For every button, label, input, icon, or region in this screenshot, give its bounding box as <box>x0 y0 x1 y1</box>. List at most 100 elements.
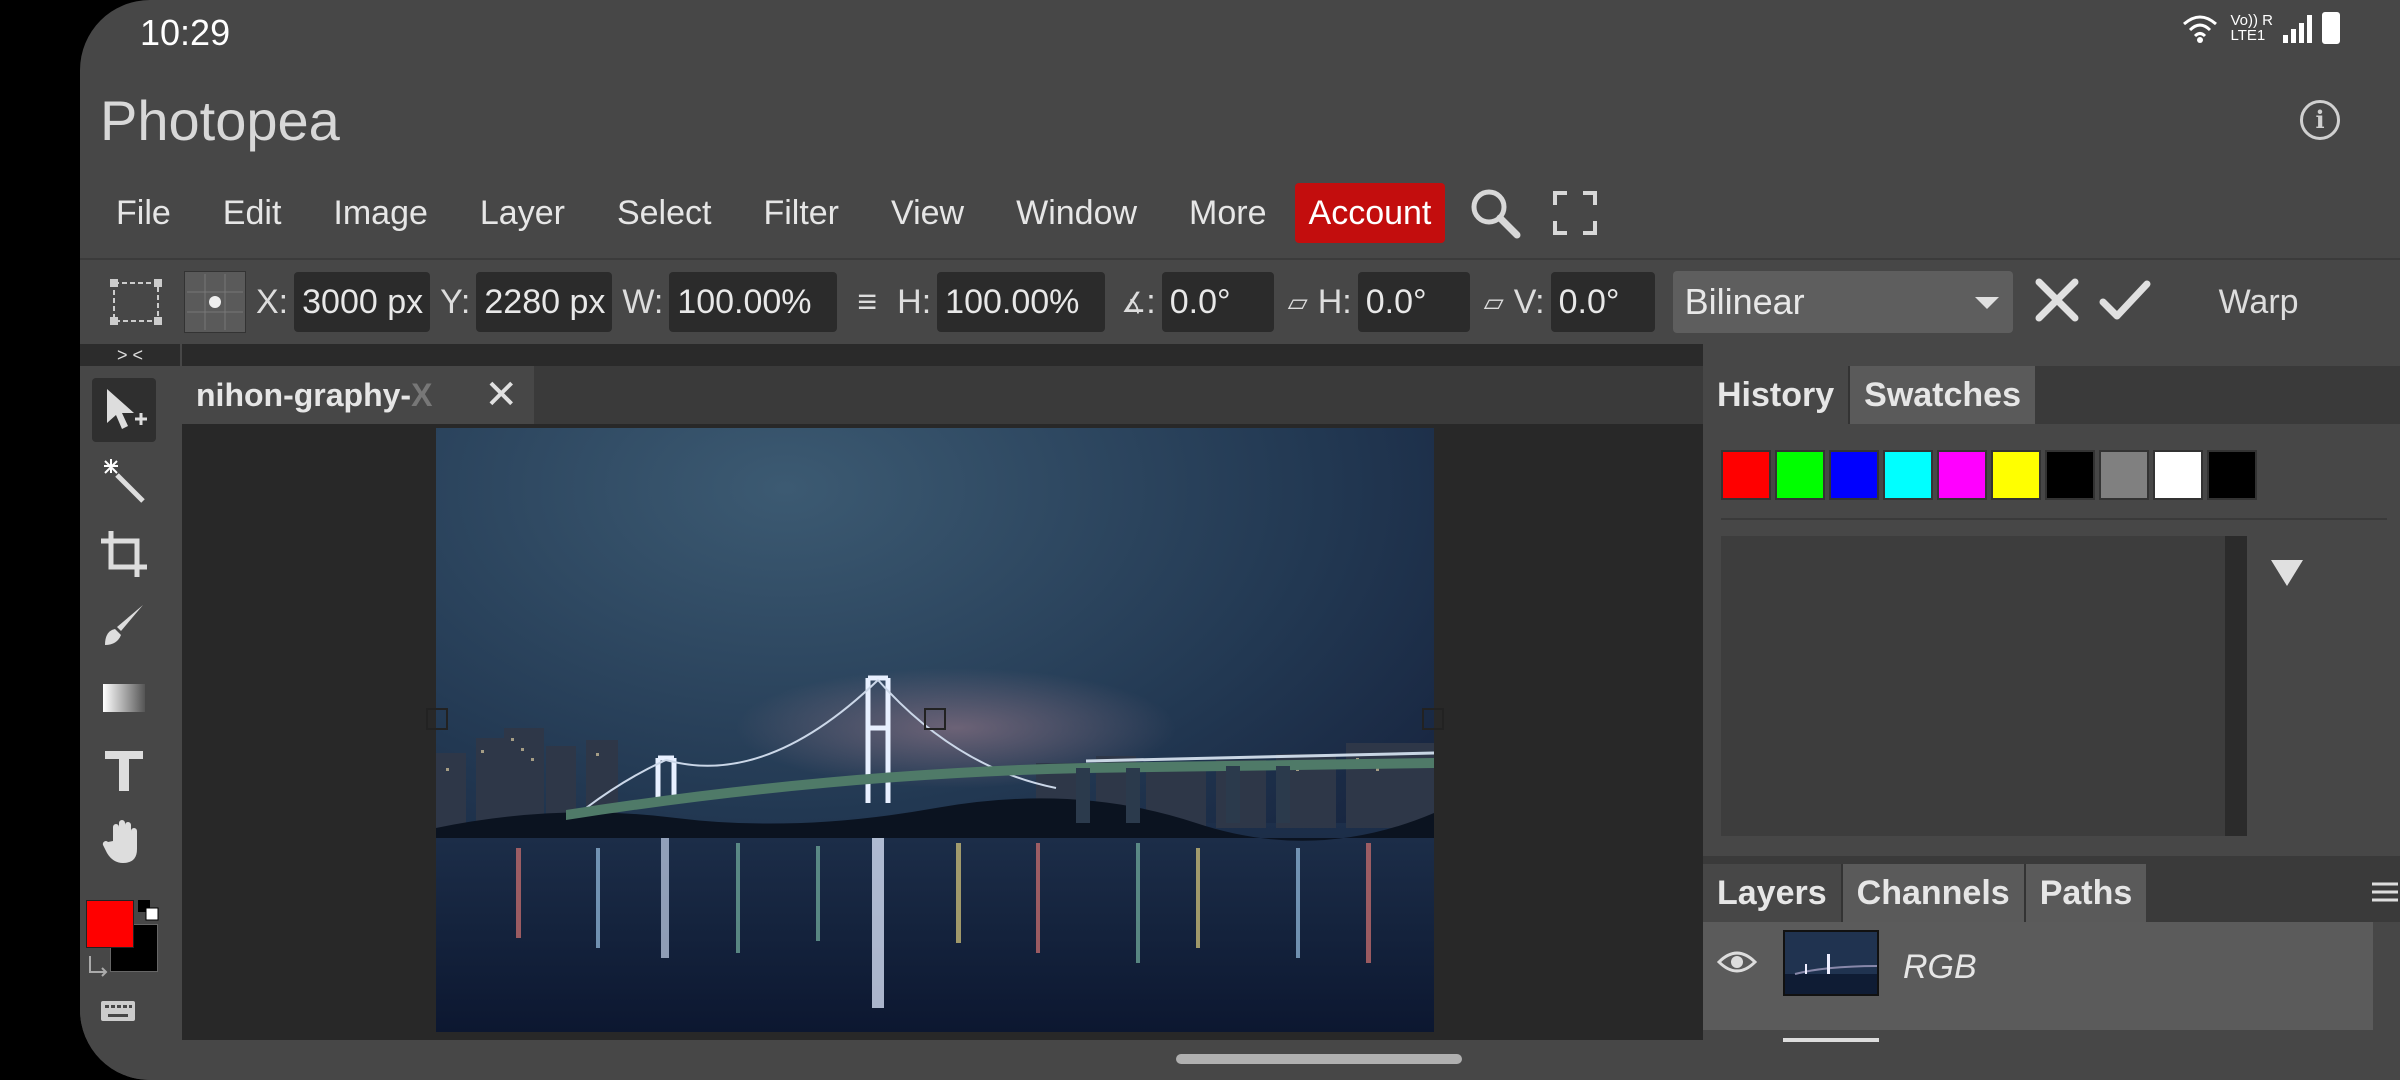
channel-thumbnail <box>1783 930 1879 996</box>
history-swatches-tabs: History Swatches <box>1703 366 2400 424</box>
tool-options-bar: X: 3000 px Y: 2280 px W: 100.00% ≡ H: 10… <box>80 258 2400 344</box>
app-bar: Photopea i <box>80 70 2400 170</box>
transform-handle-right[interactable] <box>1422 708 1444 730</box>
w-input[interactable]: 100.00% <box>669 272 838 332</box>
swatch-yellow[interactable] <box>1991 450 2041 500</box>
swatches-divider <box>1721 518 2387 520</box>
toolbox-collapse[interactable]: > < <box>80 344 180 366</box>
transform-box-icon[interactable] <box>108 274 164 330</box>
skew-v-label: V: <box>1513 282 1545 321</box>
crop-icon[interactable] <box>92 522 156 586</box>
menu-image[interactable]: Image <box>307 183 454 243</box>
warp-button[interactable]: Warp <box>2219 283 2299 322</box>
tab-channels[interactable]: Channels <box>1840 864 2024 922</box>
eye-icon[interactable] <box>1716 948 1758 981</box>
link-icon[interactable]: ≡ <box>857 283 877 322</box>
right-panel: History Swatches Layers Channels Paths R… <box>1703 344 2400 1042</box>
text-tool-icon[interactable] <box>92 738 156 802</box>
reference-point-grid[interactable] <box>184 271 246 333</box>
menu-more[interactable]: More <box>1163 183 1292 243</box>
h-input[interactable]: 100.00% <box>937 272 1106 332</box>
hand-tool-icon[interactable] <box>92 810 156 874</box>
angle-input[interactable]: 0.0° <box>1161 272 1274 332</box>
skew-h-input[interactable]: 0.0° <box>1357 272 1470 332</box>
keyboard-icon[interactable] <box>100 1000 136 1027</box>
swatch-black-2[interactable] <box>2207 450 2257 500</box>
document-tab-title-faded: X <box>411 376 433 413</box>
x-label: X: <box>256 282 289 321</box>
channel-name: RGB <box>1903 948 1977 986</box>
swatch-magenta[interactable] <box>1937 450 1987 500</box>
skew-v-icon: ▱ <box>1483 286 1504 317</box>
swatch-white[interactable] <box>2153 450 2203 500</box>
status-time: 10:29 <box>140 12 231 53</box>
swatch-gray[interactable] <box>2099 450 2149 500</box>
y-input[interactable]: 2280 px <box>476 272 613 332</box>
menu-bar: File Edit Image Layer Select Filter View… <box>80 180 2400 246</box>
default-colors-icon[interactable] <box>138 900 160 922</box>
search-icon[interactable] <box>1465 183 1525 243</box>
foreground-color-swatch[interactable] <box>86 900 134 948</box>
interpolation-value: Bilinear <box>1684 281 1805 322</box>
layers-tabs: Layers Channels Paths <box>1703 864 2400 922</box>
account-button[interactable]: Account <box>1294 183 1446 243</box>
toolbox <box>80 366 180 1080</box>
history-scrollbar[interactable] <box>2225 536 2247 836</box>
skew-v-input[interactable]: 0.0° <box>1550 272 1655 332</box>
w-label: W: <box>622 282 664 321</box>
document-tab[interactable]: nihon-graphy- X ✕ <box>182 366 534 424</box>
menu-edit[interactable]: Edit <box>197 183 308 243</box>
tab-paths[interactable]: Paths <box>2023 864 2147 922</box>
status-icons: Vo)) R LTE1 <box>2180 12 2340 44</box>
info-icon[interactable]: i <box>2300 100 2340 140</box>
swatch-row <box>1721 450 2257 500</box>
panel-menu-icon[interactable] <box>2370 880 2400 909</box>
history-list[interactable] <box>1721 536 2247 836</box>
confirm-transform-icon[interactable] <box>2097 274 2153 331</box>
menu-file[interactable]: File <box>90 183 197 243</box>
tab-history[interactable]: History <box>1703 366 1849 424</box>
swatch-red[interactable] <box>1721 450 1771 500</box>
close-icon[interactable]: ✕ <box>484 372 518 418</box>
menu-view[interactable]: View <box>865 183 990 243</box>
swatch-black[interactable] <box>2045 450 2095 500</box>
carrier-label: Vo)) R LTE1 <box>2230 12 2273 44</box>
y-label: Y: <box>440 282 471 321</box>
gradient-icon[interactable] <box>92 666 156 730</box>
transform-handle-left[interactable] <box>426 708 448 730</box>
tab-layers[interactable]: Layers <box>1703 864 1841 922</box>
swatch-green[interactable] <box>1775 450 1825 500</box>
menu-window[interactable]: Window <box>990 183 1163 243</box>
signal-icon <box>2283 13 2312 43</box>
swap-colors-icon[interactable] <box>86 952 112 978</box>
x-input[interactable]: 3000 px <box>294 272 431 332</box>
battery-icon <box>2322 12 2340 44</box>
menu-select[interactable]: Select <box>591 183 738 243</box>
app-title: Photopea <box>100 89 340 152</box>
magic-wand-icon[interactable] <box>92 450 156 514</box>
transform-handle-center[interactable] <box>924 708 946 730</box>
document-tab-title: nihon-graphy- <box>196 376 412 413</box>
menu-layer[interactable]: Layer <box>454 183 591 243</box>
home-indicator[interactable] <box>1176 1054 1462 1064</box>
interpolation-select[interactable]: Bilinear <box>1672 271 2013 333</box>
chevron-down-icon <box>1974 297 1999 309</box>
fullscreen-icon[interactable] <box>1545 183 1605 243</box>
tab-swatches[interactable]: Swatches <box>1848 366 2035 424</box>
triangle-down-icon[interactable] <box>2271 560 2303 586</box>
swatch-cyan[interactable] <box>1883 450 1933 500</box>
menu-filter[interactable]: Filter <box>737 183 865 243</box>
skew-h-icon: ▱ <box>1287 286 1308 317</box>
app-window: 10:29 Vo)) R LTE1 Photopea i File Edit I… <box>80 0 2400 1080</box>
next-channel-thumbnail <box>1783 1038 1879 1042</box>
skew-h-label: H: <box>1317 282 1352 321</box>
angle-label: : <box>1146 282 1156 321</box>
h-label: H: <box>897 282 932 321</box>
swatch-blue[interactable] <box>1829 450 1879 500</box>
cancel-transform-icon[interactable] <box>2031 274 2083 331</box>
canvas-image[interactable] <box>436 428 1434 1032</box>
move-tool-icon[interactable] <box>92 378 156 442</box>
channel-row-rgb[interactable]: RGB <box>1703 922 2373 1030</box>
document-area: nihon-graphy- X ✕ <box>182 344 1778 1040</box>
brush-icon[interactable] <box>92 594 156 658</box>
